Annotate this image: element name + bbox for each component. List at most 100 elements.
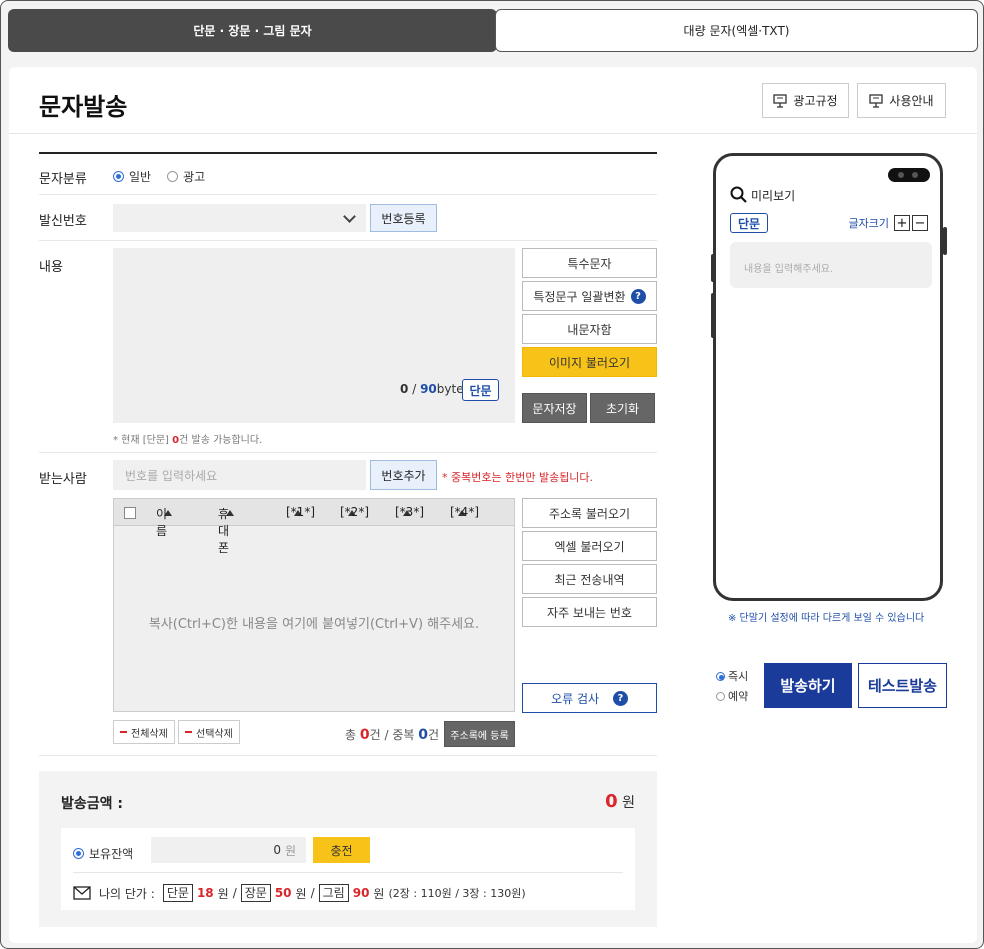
my-messages-button[interactable]: 내문자함 — [522, 314, 657, 344]
byte-unit: byte — [436, 382, 464, 396]
radio-selected-icon — [716, 671, 725, 681]
col-name[interactable]: 이름 — [156, 505, 172, 538]
send-capacity-note: * 현재 [단문] 0건 발송 가능합니다. — [113, 435, 263, 446]
delete-selected-button[interactable]: 선택삭제 — [178, 720, 240, 744]
preview-header: 미리보기 — [730, 186, 795, 204]
short-label: 단문 — [162, 884, 193, 902]
plus-icon[interactable]: + — [894, 215, 910, 231]
row-divider — [39, 452, 657, 453]
phone-camera — [888, 168, 930, 182]
col-var4[interactable]: [*4*] — [450, 505, 479, 519]
test-send-button[interactable]: 테스트발송 — [858, 663, 947, 708]
recipient-grid[interactable]: 이름 휴대폰 [*1*] [*2*] [*3*] [*4*] 복사(Ctrl+C… — [113, 498, 515, 712]
long-label: 장문 — [240, 884, 271, 902]
add-number-button[interactable]: 번호추가 — [370, 460, 437, 490]
row-divider — [39, 194, 657, 195]
radio-unselected-icon — [716, 691, 725, 701]
send-amount-panel: 발송금액 : 0 원 보유잔액 0원 충전 나의 단가 : 단문 18 원 / 장문 5… — [39, 771, 657, 927]
select-all-checkbox[interactable] — [124, 507, 136, 519]
balance-divider — [73, 872, 623, 873]
balance-radio[interactable]: 보유잔액 — [73, 845, 133, 862]
col-var3[interactable]: [*3*] — [395, 505, 424, 519]
save-message-button[interactable]: 문자저장 — [522, 393, 587, 423]
send-amount-label: 발송금액 : — [61, 796, 123, 812]
register-number-button[interactable]: 번호등록 — [370, 204, 437, 232]
form-top-line — [39, 152, 657, 154]
guide-button[interactable]: 사용안내 — [857, 83, 946, 118]
duplicate-note: * 중복번호는 한번만 발송됩니다. — [442, 471, 594, 484]
bulk-convert-button[interactable]: 특정문구 일괄변환? — [522, 281, 657, 311]
register-address-button[interactable]: 주소록에 등록 — [444, 721, 515, 747]
minus-icon — [120, 731, 127, 733]
category-general-radio[interactable]: 일반 — [113, 168, 151, 185]
help-icon[interactable]: ? — [630, 288, 646, 304]
category-ad-radio[interactable]: 광고 — [167, 168, 205, 185]
radio-unselected-icon — [167, 171, 179, 182]
row-divider — [39, 755, 657, 756]
phone-power-key — [943, 227, 947, 255]
minus-icon — [185, 731, 192, 733]
guide-label: 사용안내 — [889, 94, 934, 108]
byte-counter: 0 / 90byte — [400, 382, 464, 396]
tab-bulk-message[interactable]: 대량 문자(엑셀·TXT) — [495, 9, 978, 52]
col-var1[interactable]: [*1*] — [286, 505, 315, 519]
radio-selected-icon — [113, 171, 124, 182]
col-phone[interactable]: 휴대폰 — [218, 505, 234, 555]
balance-box: 보유잔액 0원 충전 나의 단가 : 단문 18 원 / 장문 50 원 / 그림 90 원 (… — [61, 828, 635, 910]
grid-header: 이름 휴대폰 [*1*] [*2*] [*3*] [*4*] — [114, 499, 514, 555]
page-title: 문자발송 — [39, 93, 128, 121]
delete-selected-label: 선택삭제 — [196, 728, 233, 740]
error-check-button[interactable]: 오류 검사 ? — [522, 683, 657, 713]
message-textarea[interactable]: 0 / 90byte 단문 — [113, 248, 515, 423]
help-icon[interactable]: ? — [612, 690, 628, 706]
bulk-convert-label: 특정문구 일괄변환 — [533, 289, 626, 304]
charge-button[interactable]: 충전 — [313, 837, 370, 863]
content-label: 내용 — [39, 260, 63, 275]
byte-current: 0 — [400, 382, 409, 396]
excel-load-button[interactable]: 엑셀 불러오기 — [522, 531, 657, 561]
tab-single-long-image[interactable]: 단문 · 장문 · 그림 문자 — [8, 9, 497, 52]
address-book-button[interactable]: 주소록 불러오기 — [522, 498, 657, 528]
error-check-label: 오류 검사 — [551, 691, 600, 706]
load-image-button[interactable]: 이미지 불러오기 — [522, 347, 657, 377]
preview-message-bubble: 내용을 입력해주세요. — [730, 242, 932, 288]
sender-select[interactable] — [113, 204, 366, 232]
unit-price-label: 나의 단가 : — [99, 886, 155, 901]
ad-rules-label: 광고규정 — [793, 94, 838, 108]
instant-send-radio[interactable]: 즉시 — [716, 668, 748, 684]
chevron-down-icon — [343, 210, 356, 223]
unit-price-row: 나의 단가 : 단문 18 원 / 장문 50 원 / 그림 90 원 (2장 : 110원 /… — [73, 884, 526, 902]
preview-type-badge: 단문 — [730, 213, 768, 233]
category-label: 문자분류 — [39, 172, 87, 187]
delete-all-button[interactable]: 전체삭제 — [113, 720, 175, 744]
search-icon — [730, 186, 747, 203]
minus-icon[interactable]: − — [912, 215, 928, 231]
special-chars-button[interactable]: 특수문자 — [522, 248, 657, 278]
recipient-label: 받는사람 — [39, 472, 87, 487]
recipient-count: 총 0건 / 중복 0건 — [345, 727, 440, 743]
preview-notice: ※ 단말기 설정에 따라 다르게 보일 수 있습니다 — [728, 613, 925, 624]
reserve-send-radio[interactable]: 예약 — [716, 688, 748, 704]
instant-label: 즉시 — [728, 670, 749, 683]
image-price: 90 — [352, 886, 370, 900]
send-button[interactable]: 발송하기 — [764, 663, 852, 708]
reset-button[interactable]: 초기화 — [590, 393, 655, 423]
category-general-label: 일반 — [129, 170, 152, 184]
row-divider — [39, 240, 657, 241]
category-options: 일반 광고 — [113, 168, 205, 185]
header-divider — [9, 133, 977, 134]
main-card: 문자발송 광고규정 사용안내 문자분류 일반 광고 발신번호 번호등록 내용 0… — [9, 67, 977, 943]
image-extra-prices: (2장 : 110원 / 3장 : 130원) — [388, 887, 526, 900]
presentation-board-icon — [773, 93, 788, 108]
recent-history-button[interactable]: 최근 전송내역 — [522, 564, 657, 594]
byte-max: 90 — [420, 382, 437, 396]
envelope-icon — [73, 886, 91, 900]
frequent-numbers-button[interactable]: 자주 보내는 번호 — [522, 597, 657, 627]
col-var2[interactable]: [*2*] — [340, 505, 369, 519]
recipient-number-input[interactable]: 번호를 입력하세요 — [113, 460, 366, 490]
font-size-label: 글자크기 — [848, 217, 889, 230]
ad-rules-button[interactable]: 광고규정 — [762, 83, 849, 118]
paste-hint: 복사(Ctrl+C)한 내용을 여기에 붙여넣기(Ctrl+V) 해주세요. — [148, 617, 480, 632]
balance-field: 0원 — [151, 837, 306, 863]
category-ad-label: 광고 — [183, 170, 206, 184]
